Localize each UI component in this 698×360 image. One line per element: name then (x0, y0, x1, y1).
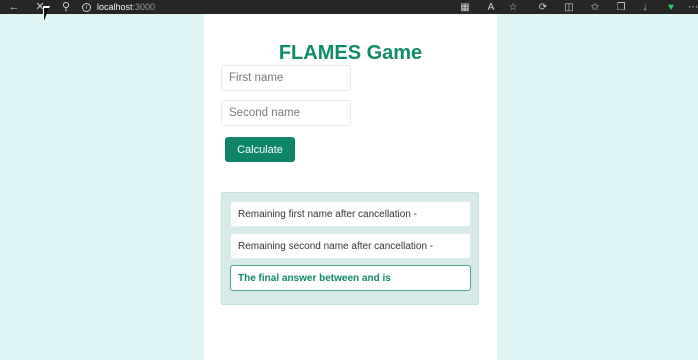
url-host: localhost (97, 2, 133, 12)
collections-icon[interactable]: ❐ (614, 0, 628, 14)
first-name-input[interactable] (221, 65, 351, 91)
split-screen-icon[interactable]: ◫ (562, 0, 576, 14)
more-icon[interactable]: ⋯ (686, 0, 698, 14)
favorite-star-icon[interactable]: ☆ (506, 0, 520, 14)
download-icon[interactable]: ↓ (638, 0, 652, 14)
second-name-input[interactable] (221, 100, 351, 126)
flames-card: FLAMES Game Calculate Remaining first na… (204, 14, 497, 360)
mouse-cursor-icon (44, 8, 49, 21)
final-answer: The final answer between and is (230, 265, 471, 291)
browser-toolbar: ← ✕ ⚲ i localhost:3000 ▦ A ☆ ⟳ ◫ ✩ ❐ ↓ ♥… (0, 0, 698, 14)
address-bar[interactable]: i localhost:3000 (82, 0, 462, 14)
url-port: :3000 (132, 2, 156, 12)
back-arrow-icon[interactable]: ← (6, 0, 22, 14)
remaining-first-name: Remaining first name after cancellation … (230, 201, 471, 227)
info-icon[interactable]: i (82, 2, 91, 12)
apps-icon[interactable]: ▦ (458, 0, 472, 14)
remaining-second-name: Remaining second name after cancellation… (230, 233, 471, 259)
heart-icon[interactable]: ♥ (664, 0, 678, 14)
page-title: FLAMES Game (278, 42, 423, 64)
calculate-button[interactable]: Calculate (225, 137, 295, 162)
results-panel: Remaining first name after cancellation … (221, 192, 479, 305)
search-icon[interactable]: ⚲ (58, 0, 74, 14)
favorites-icon[interactable]: ✩ (588, 0, 602, 14)
read-aloud-icon[interactable]: A (484, 0, 498, 14)
extension-icon[interactable]: ⟳ (536, 0, 550, 14)
